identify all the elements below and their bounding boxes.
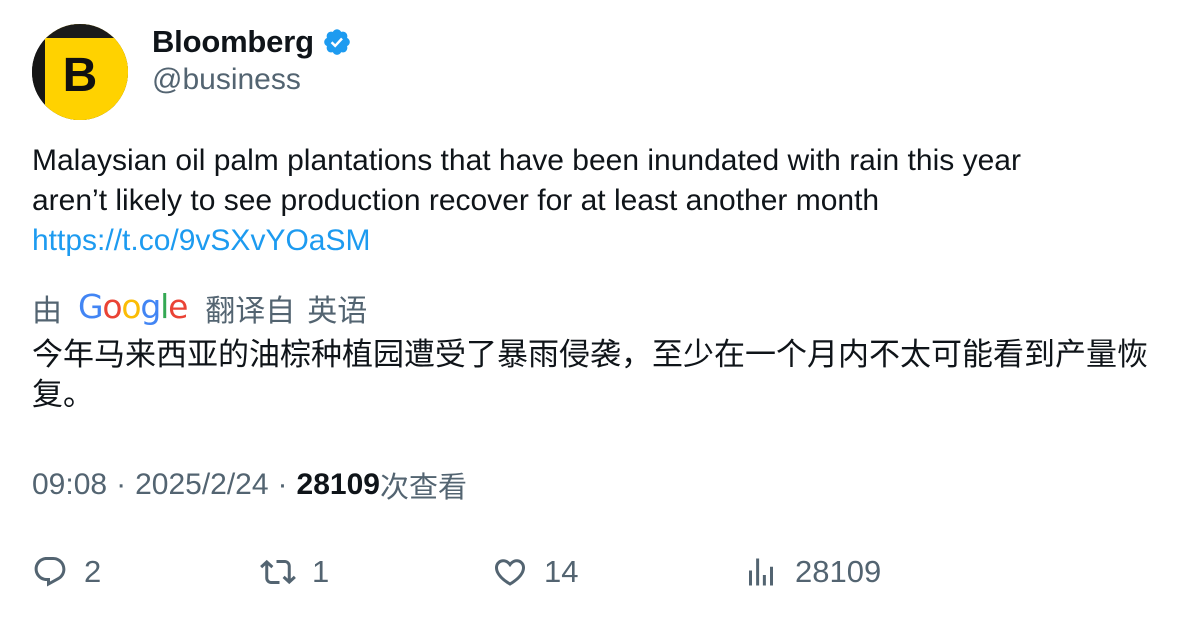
like-button[interactable]: 14 <box>492 550 578 594</box>
tweet-link[interactable]: https://t.co/9vSXvYOaSM <box>32 221 1162 261</box>
views-chart-icon <box>749 558 773 586</box>
views-button[interactable]: 28109 <box>743 550 881 594</box>
views-label: 次查看 <box>379 470 467 504</box>
verified-badge-icon <box>322 27 352 57</box>
tweet-card: B Bloomberg @business Malaysian oil palm… <box>0 0 1196 618</box>
handle[interactable]: @business <box>152 63 301 97</box>
tweet-meta: 09:08 · 2025/2/24 · 28109 次查看 <box>32 464 467 506</box>
avatar[interactable]: B <box>32 24 128 120</box>
google-logo: Google <box>78 286 188 326</box>
reply-icon <box>34 557 66 587</box>
reply-count: 2 <box>84 554 102 589</box>
translation-attribution: 由 Google 翻译自 英语 <box>32 286 367 330</box>
heart-icon <box>494 559 526 586</box>
translated-from-label[interactable]: 翻译自 <box>205 286 295 330</box>
avatar-letter: B <box>63 49 98 102</box>
views-count: 28109 <box>296 468 380 501</box>
source-language[interactable]: 英语 <box>307 286 367 330</box>
tweet-time[interactable]: 09:08 <box>32 468 107 502</box>
translated-text: 今年马来西亚的油棕种植园遭受了暴雨侵袭，至少在一个月内不太可能看到产量恢复。 <box>32 337 1148 413</box>
retweet-button[interactable]: 1 <box>260 550 329 594</box>
action-bar: 2 1 14 28109 <box>32 550 1162 594</box>
bloomberg-logo-icon: B <box>32 24 128 120</box>
meta-separator: · <box>116 468 127 501</box>
name-row: Bloomberg <box>152 22 352 62</box>
reply-button[interactable]: 2 <box>32 550 101 594</box>
tweet-text: Malaysian oil palm plantations that have… <box>32 141 1162 261</box>
tweet-text-line: aren’t likely to see production recover … <box>32 184 880 217</box>
meta-separator: · <box>277 468 288 501</box>
like-count: 14 <box>544 554 579 589</box>
display-name[interactable]: Bloomberg <box>152 24 314 60</box>
retweet-count: 1 <box>312 554 330 589</box>
tweet-text-line: Malaysian oil palm plantations that have… <box>32 144 1021 177</box>
tweet-date[interactable]: 2025/2/24 <box>135 468 268 502</box>
views-action-count: 28109 <box>795 554 882 589</box>
retweet-icon <box>260 559 296 585</box>
translation-prefix: 由 <box>32 295 62 328</box>
